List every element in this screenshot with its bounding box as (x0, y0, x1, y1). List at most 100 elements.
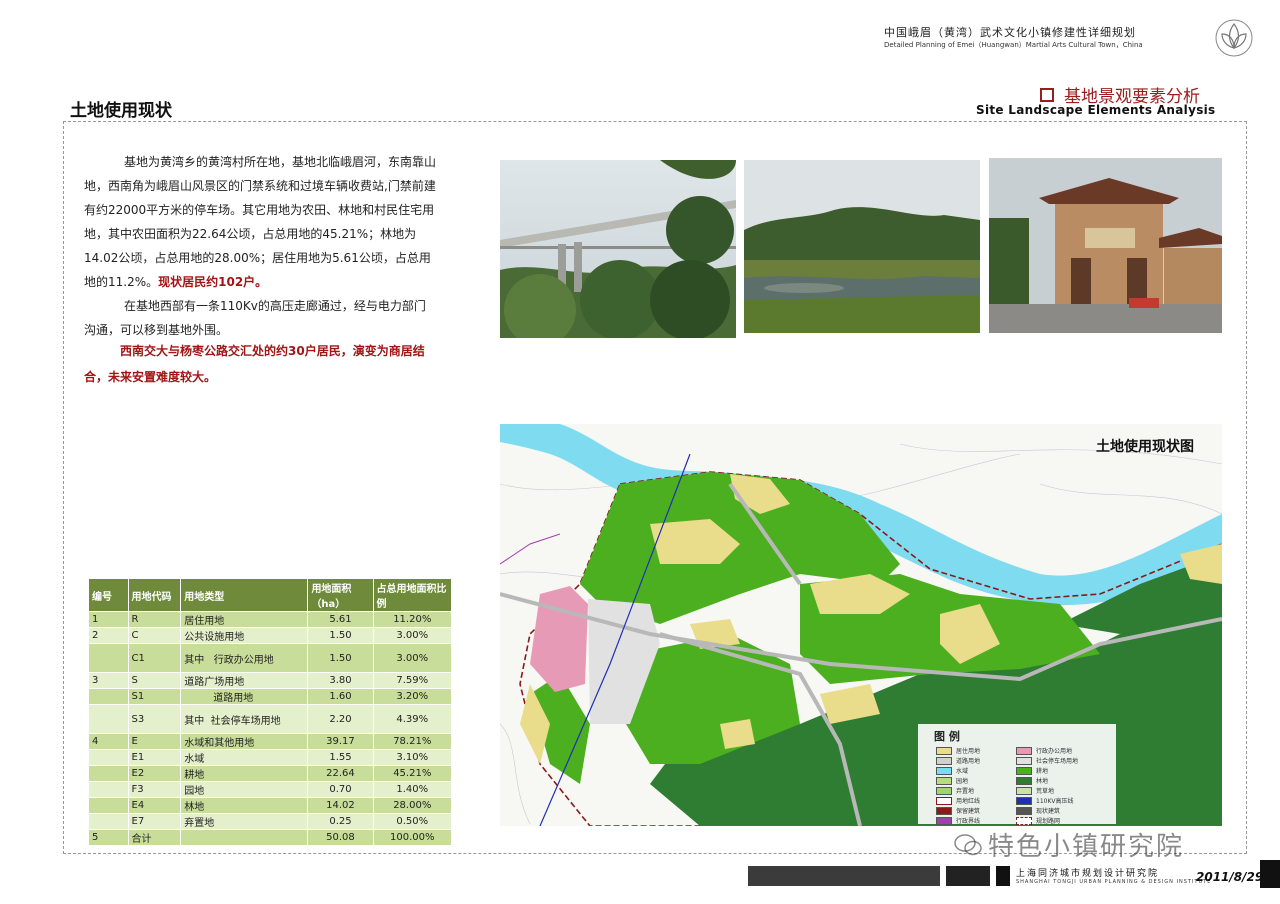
cell-type: 道路用地 (180, 688, 309, 705)
table-row: E1 水域 1.55 3.10% (88, 749, 453, 766)
legend-swatch (1016, 786, 1032, 795)
photo-river (744, 160, 980, 333)
cell-ratio: 28.00% (372, 797, 453, 814)
legend-label: 用地红线 (956, 798, 981, 805)
legend-label: 社会停车场用地 (1036, 758, 1079, 765)
table-row: E4 林地 14.02 28.00% (88, 797, 453, 814)
legend-swatch (1016, 806, 1032, 815)
legend-swatch (1016, 746, 1032, 755)
legend-label: 水域 (956, 768, 969, 775)
cell-ratio: 3.00% (372, 643, 453, 673)
cell-no: 3 (88, 672, 129, 689)
legend-label: 耕地 (1036, 768, 1049, 775)
legend-item: 林地 (1016, 776, 1048, 785)
table-row: 4 E 水域和其他用地 39.17 78.21% (88, 733, 453, 750)
cell-no (88, 813, 129, 830)
cell-code: S (127, 672, 182, 689)
cell-code: S1 (127, 688, 182, 705)
legend-item: 道路用地 (936, 756, 980, 765)
cell-no (88, 765, 129, 782)
legend-title: 图 例 (934, 730, 960, 743)
cell-no (88, 749, 129, 766)
legend-swatch (936, 766, 952, 775)
cell-area: 22.64 (307, 765, 374, 782)
cell-area: 2.20 (307, 704, 374, 734)
institute-logo-icon (996, 866, 1010, 886)
cell-no: 4 (88, 733, 129, 750)
table-header-row: 编号 用地代码 用地类型 用地面积（ha） 占总用地面积比例 (88, 578, 453, 612)
cell-ratio: 0.50% (372, 813, 453, 830)
footer-date: 2011/8/29 (1196, 870, 1264, 884)
legend-item: 保留建筑 (936, 806, 980, 815)
legend-item: 用地红线 (936, 796, 980, 805)
column-header: 占总用地面积比例 (372, 578, 453, 612)
cell-area: 39.17 (307, 733, 374, 750)
cell-code: S3 (127, 704, 182, 734)
cell-area: 1.50 (307, 627, 374, 644)
cell-ratio: 100.00% (372, 829, 453, 846)
legend-swatch (1016, 756, 1032, 765)
footer-bar (946, 866, 990, 886)
legend-swatch (936, 786, 952, 795)
cell-code: 合计 (127, 829, 182, 846)
cell-type: 水域 (180, 749, 309, 766)
legend-item: 弃置地 (936, 786, 974, 795)
photo-bridge (500, 160, 736, 338)
paragraph-resettlement-note: 西南交大与杨枣公路交汇处的约30户居民，演变为商居结合，未来安置难度较大。 (84, 344, 425, 384)
cell-type: 道路广场用地 (180, 672, 309, 689)
legend-label: 居住用地 (956, 748, 981, 755)
cell-type: 居住用地 (180, 611, 309, 628)
page-tab (1260, 860, 1280, 888)
cell-type: 其中 行政办公用地 (180, 643, 309, 673)
legend-label: 行政界线 (956, 818, 981, 825)
cell-no (88, 781, 129, 798)
table-row: S3 其中 社会停车场用地 2.20 4.39% (88, 704, 453, 734)
cell-code: E (127, 733, 182, 750)
cell-ratio: 3.10% (372, 749, 453, 766)
cell-area: 0.70 (307, 781, 374, 798)
cell-no: 2 (88, 627, 129, 644)
lotus-logo-icon (1215, 19, 1253, 57)
resident-count-highlight: 现状居民约102户。 (158, 275, 268, 289)
cell-type: 弃置地 (180, 813, 309, 830)
footer-organization-en: SHANGHAI TONGJI URBAN PLANNING & DESIGN … (1016, 879, 1212, 885)
legend-item: 规划路网 (1016, 816, 1060, 825)
legend-label: 林地 (1036, 778, 1049, 785)
watermark-text: 特色小镇研究院 (988, 832, 1185, 862)
cell-area: 1.60 (307, 688, 374, 705)
column-header: 用地面积（ha） (307, 578, 374, 612)
legend-item: 社会停车场用地 (1016, 756, 1078, 765)
cell-type: 水域和其他用地 (180, 733, 309, 750)
table-row: 1 R 居住用地 5.61 11.20% (88, 611, 453, 628)
table-row: C1 其中 行政办公用地 1.50 3.00% (88, 643, 453, 673)
legend-label: 现状建筑 (1036, 808, 1061, 815)
cell-code: R (127, 611, 182, 628)
table-row: E7 弃置地 0.25 0.50% (88, 813, 453, 830)
legend-swatch (1016, 796, 1032, 805)
cell-no (88, 797, 129, 814)
table-row: 3 S 道路广场用地 3.80 7.59% (88, 672, 453, 689)
cell-area: 50.08 (307, 829, 374, 846)
legend-swatch (936, 816, 952, 825)
legend-item: 行政办公用地 (1016, 746, 1072, 755)
cell-area: 1.50 (307, 643, 374, 673)
legend-swatch (936, 796, 952, 805)
legend-item: 居住用地 (936, 746, 980, 755)
legend-swatch (1016, 766, 1032, 775)
cell-type (180, 829, 309, 846)
table-row: E2 耕地 22.64 45.21% (88, 765, 453, 782)
footer-organization: 上海同济城市规划设计研究院 (1016, 869, 1160, 879)
legend-swatch (1016, 816, 1032, 825)
cell-ratio: 4.39% (372, 704, 453, 734)
cell-sub: 其中 (184, 654, 205, 666)
paragraph-site-overview: 基地为黄湾乡的黄湾村所在地，基地北临峨眉河，东南靠山地，西南角为峨眉山风景区的门… (84, 150, 436, 294)
legend-item: 现状建筑 (1016, 806, 1060, 815)
legend-item: 行政界线 (936, 816, 980, 825)
legend-item: 110KV高压线 (1016, 796, 1074, 805)
project-title-cn: 中国峨眉（黄湾）武术文化小镇修建性详细规划 (884, 26, 1136, 39)
cell-type-text: 道路用地 (213, 693, 254, 704)
legend-label: 规划路网 (1036, 818, 1061, 825)
land-use-table: 编号 用地代码 用地类型 用地面积（ha） 占总用地面积比例 1 R 居住用地 … (88, 578, 453, 846)
wechat-icon (954, 834, 982, 856)
section-title-en: Site Landscape Elements Analysis (976, 103, 1216, 117)
